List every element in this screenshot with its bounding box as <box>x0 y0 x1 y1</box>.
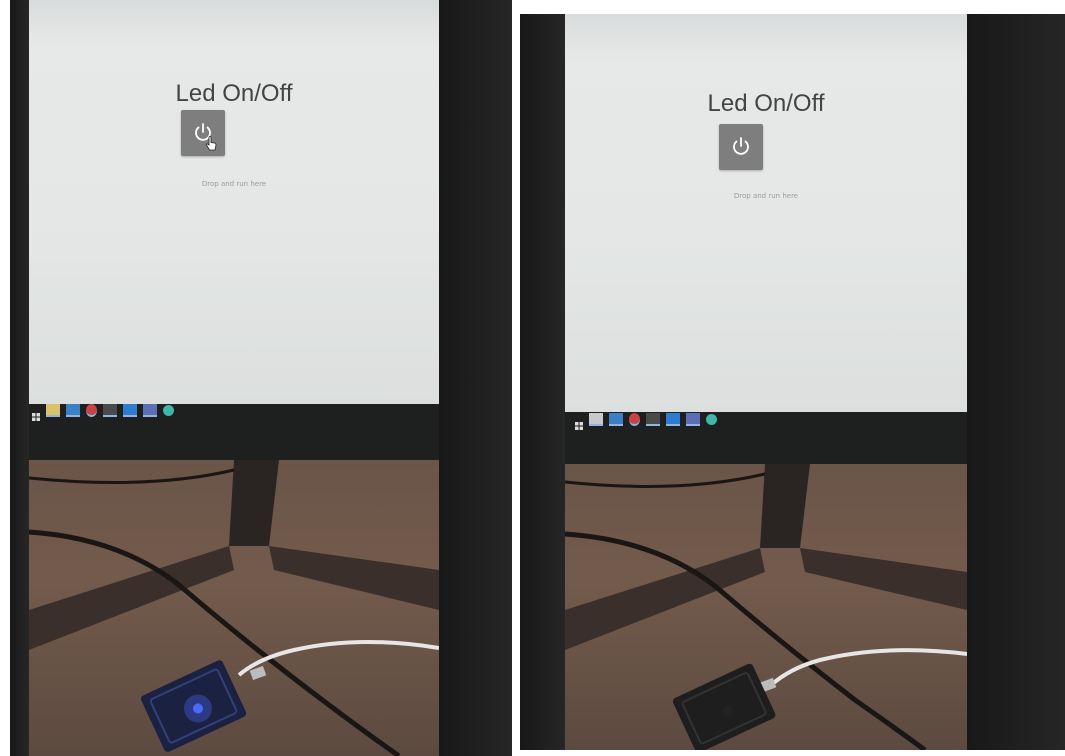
app-window-icon[interactable] <box>609 412 623 426</box>
chat-icon[interactable] <box>706 413 717 425</box>
power-toggle-button[interactable] <box>719 124 763 170</box>
left-dark-edge <box>520 14 565 750</box>
desk-surface <box>28 460 440 756</box>
folder-icon[interactable] <box>589 412 603 426</box>
browser-icon[interactable] <box>629 412 640 426</box>
vscode-icon[interactable] <box>123 403 137 417</box>
hand-cursor-icon <box>205 136 217 151</box>
terminal-icon[interactable] <box>103 403 117 417</box>
right-dark-edge <box>439 0 512 756</box>
monitor-screen: Led On/Off Drop and run here <box>29 0 439 404</box>
terminal-icon[interactable] <box>646 412 660 426</box>
left-dark-edge <box>10 0 29 756</box>
microcontroller-board <box>141 660 247 752</box>
app-window-icon[interactable] <box>66 403 80 417</box>
app-title: Led On/Off <box>175 80 293 107</box>
folder-icon[interactable] <box>46 403 60 417</box>
browser-icon[interactable] <box>86 403 97 417</box>
chat-icon[interactable] <box>163 404 174 416</box>
drop-hint-text: Drop and run here <box>201 180 267 188</box>
microcontroller-board <box>672 663 776 750</box>
document-icon[interactable] <box>143 403 157 417</box>
desk-surface <box>564 464 968 750</box>
right-dark-edge <box>967 14 1065 750</box>
start-icon[interactable] <box>32 406 40 421</box>
power-icon <box>733 137 749 155</box>
photo-frame-right: Led On/Off Drop and run here <box>520 14 1065 750</box>
desk-scene <box>564 464 968 750</box>
taskbar <box>32 402 174 421</box>
photo-frame-left: Led On/Off Drop and run here <box>10 0 512 756</box>
document-icon[interactable] <box>686 412 700 426</box>
monitor-screen: Led On/Off Drop and run here <box>565 14 967 412</box>
vscode-icon[interactable] <box>666 412 680 426</box>
drop-hint-text: Drop and run here <box>733 192 799 200</box>
power-toggle-button[interactable] <box>181 110 225 156</box>
app-title: Led On/Off <box>707 90 825 117</box>
desk-scene <box>28 460 440 756</box>
start-icon[interactable] <box>575 415 583 430</box>
taskbar <box>575 411 717 430</box>
